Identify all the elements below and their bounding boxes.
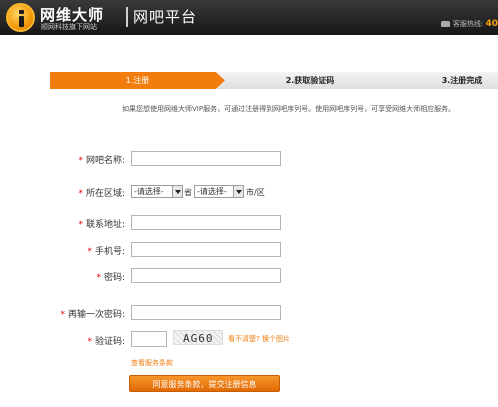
- required-mark: *: [78, 156, 83, 166]
- label-password-confirm: * 再输一次密码:: [60, 310, 125, 320]
- site-header: 网维大师 顺网科技旗下网站 网吧平台 客服热线: 40: [0, 0, 498, 35]
- row-password-confirm: * 再输一次密码:: [0, 305, 125, 321]
- captcha-image[interactable]: AG60: [173, 330, 223, 345]
- platform-title: 网吧平台: [133, 8, 198, 26]
- step-complete: 3.注册完成: [386, 72, 498, 89]
- address-input[interactable]: [131, 215, 281, 230]
- hotline: 客服热线: 40: [440, 19, 498, 29]
- row-region: * 所在区域:: [0, 184, 125, 200]
- phone-input[interactable]: [131, 242, 281, 257]
- hotline-number: 40: [485, 19, 498, 29]
- chevron-down-icon: [172, 186, 182, 197]
- label-cafe-name: * 网吧名称:: [78, 156, 125, 166]
- city-select[interactable]: -请选择-: [194, 185, 244, 198]
- hotline-label: 客服热线:: [452, 20, 484, 28]
- label-address: * 联系地址:: [78, 220, 125, 230]
- captcha-input[interactable]: [131, 331, 167, 347]
- terms-link[interactable]: 查看服务条款: [131, 358, 173, 368]
- row-password: * 密码:: [0, 268, 125, 284]
- row-captcha: * 验证码:: [0, 332, 125, 348]
- chevron-down-icon: [233, 186, 243, 197]
- label-region: * 所在区域:: [78, 189, 125, 199]
- brand-subtitle: 顺网科技旗下网站: [41, 23, 97, 31]
- logo-info-icon[interactable]: [6, 3, 35, 32]
- step-get-code: 2.获取验证码: [216, 72, 396, 89]
- intro-text: 如果您想使用网维大师VIP服务，可通过注册得到网吧序列号。使用网吧序列号，可享受…: [122, 105, 456, 113]
- cafe-name-input[interactable]: [131, 151, 281, 166]
- city-unit: 市/区: [246, 188, 265, 197]
- header-divider: [126, 7, 128, 27]
- password-input[interactable]: [131, 268, 281, 283]
- province-select[interactable]: -请选择-: [131, 185, 183, 198]
- submit-button[interactable]: 同意服务条款，提交注册信息: [129, 375, 280, 392]
- label-captcha: * 验证码:: [87, 337, 125, 347]
- password-confirm-input[interactable]: [131, 305, 281, 320]
- label-phone: * 手机号:: [87, 247, 125, 257]
- progress-steps: 1.注册 2.获取验证码 3.注册完成: [50, 72, 498, 89]
- phone-icon: [440, 21, 450, 27]
- label-password: * 密码:: [96, 273, 125, 283]
- row-phone: * 手机号:: [0, 242, 125, 258]
- step-register: 1.注册: [50, 72, 225, 89]
- row-address: * 联系地址:: [0, 215, 125, 231]
- captcha-refresh-link[interactable]: 看不清楚? 换个图片: [228, 334, 290, 344]
- province-unit: 省: [184, 188, 192, 197]
- row-cafe-name: * 网吧名称:: [0, 151, 125, 167]
